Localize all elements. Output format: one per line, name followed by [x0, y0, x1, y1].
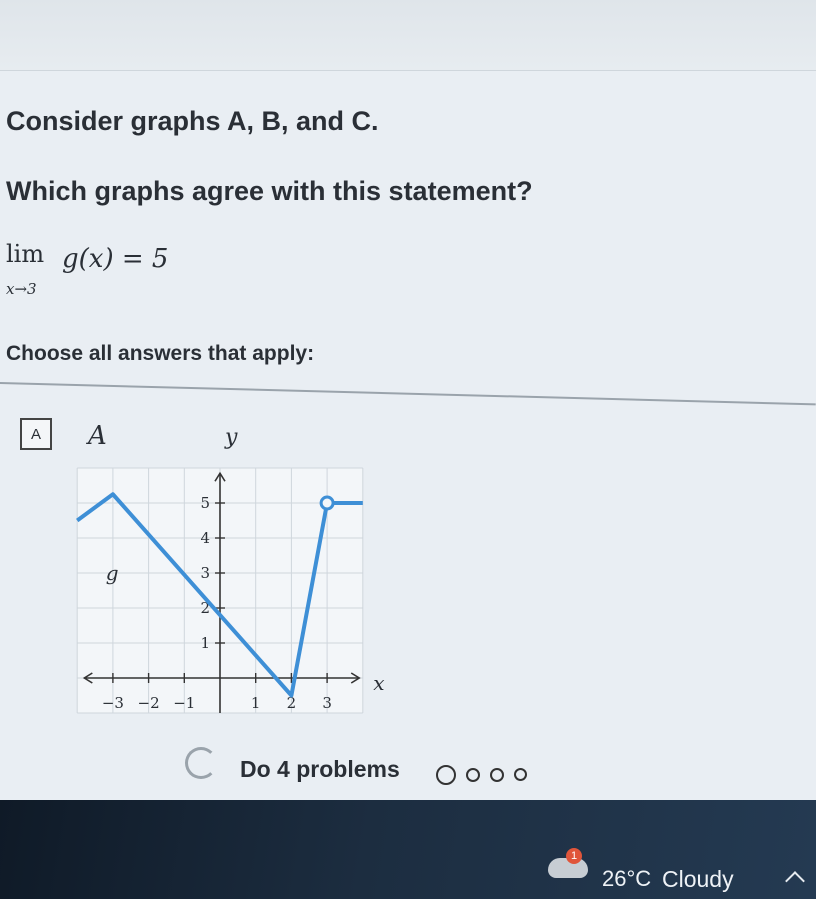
limit-expression: g(x) = 5	[62, 244, 169, 274]
top-divider	[0, 70, 816, 71]
weather-condition[interactable]: Cloudy	[662, 866, 734, 893]
progress-dot-1	[436, 765, 456, 785]
open-point	[319, 495, 335, 511]
problem-status: Do 4 problems	[240, 756, 400, 782]
progress-dot-2	[466, 768, 480, 782]
x-tick-label: −2	[138, 694, 160, 712]
x-tick-label: 1	[251, 694, 261, 712]
y-tick-label: 1	[200, 634, 210, 652]
section-divider	[0, 382, 816, 406]
x-tick-label: −1	[173, 694, 195, 712]
notification-badge: 1	[566, 848, 582, 864]
y-tick-label: 4	[200, 529, 210, 547]
refresh-icon[interactable]	[185, 747, 217, 779]
progress-dot-3	[490, 768, 504, 782]
graph-a: −3 −2 −1 1 2 312345yxgA	[76, 421, 385, 714]
y-tick-label: 3	[200, 564, 210, 582]
choice-a-checkbox[interactable]: A	[20, 418, 52, 450]
limit-approach: x→3	[6, 280, 37, 298]
graph-a-title: A	[86, 421, 107, 451]
question-prompt: Which graphs agree with this statement?	[6, 176, 533, 206]
y-tick-label: 5	[200, 494, 210, 512]
question-intro: Consider graphs A, B, and C.	[6, 106, 379, 136]
x-axis-label: x	[373, 671, 384, 695]
x-tick-label: 3	[322, 694, 332, 712]
function-label: g	[106, 561, 119, 585]
limit-word: lim	[6, 240, 45, 268]
y-axis-label: y	[224, 425, 238, 450]
weather-temperature[interactable]: 26°C	[602, 866, 651, 892]
choice-a-letter: A	[30, 425, 41, 443]
instruction-text: Choose all answers that apply:	[6, 342, 315, 365]
progress-dot-4	[514, 768, 527, 781]
top-strip	[0, 0, 816, 70]
x-tick-label: −3	[102, 694, 124, 712]
